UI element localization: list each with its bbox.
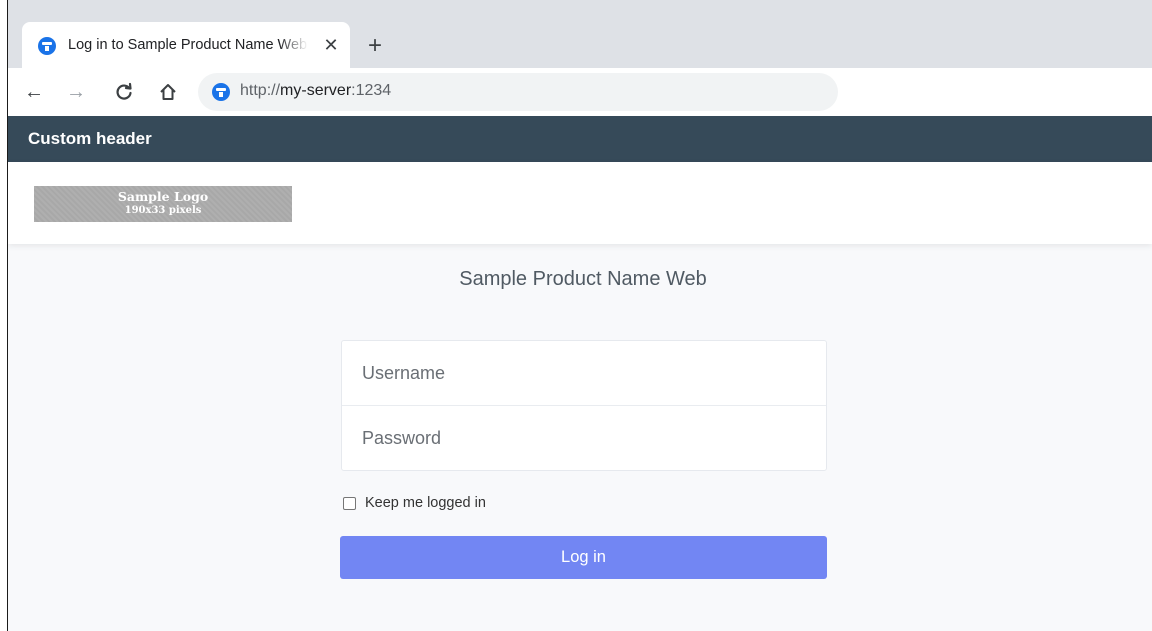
logo-title: Sample Logo [117, 189, 209, 204]
page-content: Custom header Sample Logo 190x33 pixels … [8, 116, 1152, 631]
tab-active[interactable]: Log in to Sample Product Name Web ✕ [22, 22, 350, 68]
reload-icon[interactable] [110, 78, 138, 106]
remember-me-label[interactable]: Keep me logged in [365, 495, 486, 511]
custom-header-text: Custom header [28, 129, 152, 148]
username-input[interactable] [342, 341, 826, 405]
login-form [341, 340, 827, 471]
logo-bar: Sample Logo 190x33 pixels [8, 162, 1152, 244]
new-tab-button[interactable]: + [362, 34, 388, 60]
home-icon[interactable] [154, 78, 182, 106]
address-bar[interactable]: http://my-server:1234 [198, 73, 838, 111]
url-port: :1234 [351, 82, 392, 99]
password-input[interactable] [342, 406, 826, 470]
close-icon[interactable]: ✕ [320, 34, 342, 56]
tab-strip: Log in to Sample Product Name Web ✕ + [8, 0, 1152, 68]
address-url: http://my-server:1234 [240, 82, 391, 100]
browser-toolbar: ← → http://my-server:1234 [8, 68, 1152, 116]
forward-arrow-icon[interactable]: → [62, 78, 90, 106]
url-host: my-server [280, 82, 352, 99]
site-favicon-icon [38, 37, 56, 55]
site-info-icon[interactable] [212, 83, 230, 101]
remember-me-checkbox[interactable] [343, 497, 356, 510]
login-button[interactable]: Log in [340, 536, 827, 579]
logo-subtitle: 190x33 pixels [124, 205, 202, 216]
sample-logo: Sample Logo 190x33 pixels [34, 186, 292, 222]
product-name-heading: Sample Product Name Web [459, 268, 707, 290]
browser-window: Log in to Sample Product Name Web ✕ + ← … [0, 0, 1152, 631]
url-scheme: http:// [240, 82, 281, 99]
custom-header-bar: Custom header [8, 116, 1152, 162]
back-arrow-icon[interactable]: ← [20, 78, 48, 106]
tab-title: Log in to Sample Product Name Web [68, 37, 308, 53]
